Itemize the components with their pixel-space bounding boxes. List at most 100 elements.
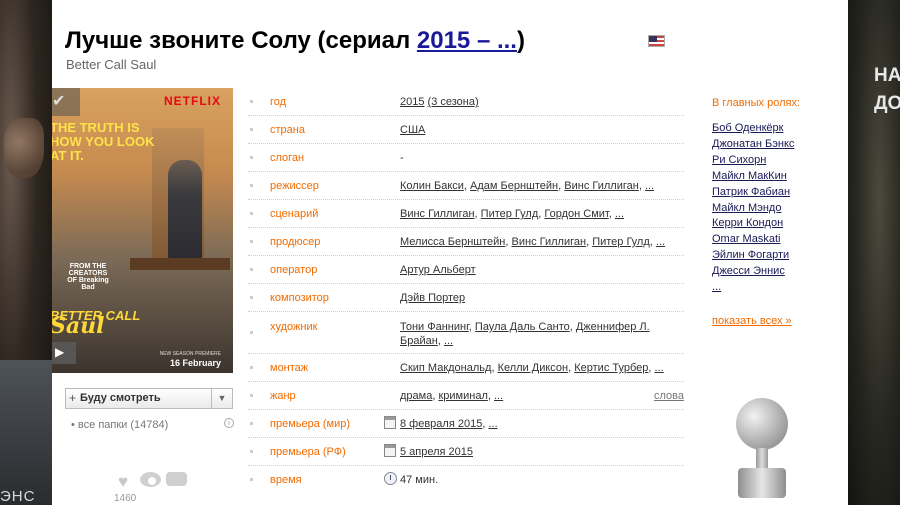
more-link[interactable]: ... — [488, 418, 497, 430]
info-row-slogan: слоган - — [248, 144, 684, 172]
poster-figure-art — [168, 160, 202, 260]
person-link[interactable]: Винс Гиллиган — [512, 236, 587, 248]
cast-more-link[interactable]: ... — [712, 281, 721, 293]
person-link[interactable]: Гордон Смит — [544, 208, 608, 220]
year-link[interactable]: 2015 — [400, 96, 424, 108]
backdrop-right-line1: НА — [874, 65, 900, 86]
actor-link[interactable]: Эйлин Фогарти — [712, 249, 789, 261]
more-link[interactable]: ... — [656, 236, 665, 248]
person-link[interactable]: Скип Макдональд — [400, 362, 491, 374]
cast-heading: В главных ролях: — [712, 97, 801, 109]
person-link[interactable]: Адам Бернштейн — [470, 180, 558, 192]
info-icon[interactable]: i — [224, 418, 234, 428]
eye-icon[interactable] — [140, 472, 161, 487]
seasons-link[interactable]: (3 сезона) — [428, 96, 479, 108]
comment-icon[interactable] — [166, 472, 187, 486]
person-link[interactable]: Келли Диксон — [498, 362, 569, 374]
backdrop-right-text: НА ДО — [874, 62, 900, 118]
page-title: Лучше звоните Солу (сериал 2015 – ...) — [65, 27, 525, 55]
calendar-icon[interactable] — [384, 416, 396, 429]
person-link[interactable]: Питер Гулд — [592, 236, 650, 248]
date-link[interactable]: 5 апреля 2015 — [400, 446, 473, 458]
poster-premiere-caption: NEW SEASON PREMIERE — [159, 351, 221, 357]
play-trailer-icon[interactable] — [52, 342, 76, 364]
row-label: год — [270, 96, 287, 108]
more-link[interactable]: ... — [645, 180, 654, 192]
person-link[interactable]: Питер Гулд — [481, 208, 539, 220]
actor-link[interactable]: Майкл Мэндо — [712, 202, 781, 214]
person-link[interactable]: Кертис Турбер — [574, 362, 648, 374]
original-title: Better Call Saul — [66, 57, 157, 72]
row-label: режиссер — [270, 180, 319, 192]
more-link[interactable]: ... — [494, 390, 503, 402]
info-row-writer: сценарий Винс Гиллиган, Питер Гулд, Горд… — [248, 200, 684, 228]
country-link[interactable]: США — [400, 124, 425, 136]
bookmark-check-icon[interactable] — [52, 88, 80, 116]
person-link[interactable]: Колин Бакси — [400, 180, 464, 192]
golden-globe-award-icon[interactable] — [730, 398, 794, 502]
row-value: Дэйв Портер — [400, 292, 684, 304]
person-link[interactable]: Винс Гиллиган — [400, 208, 475, 220]
row-label: жанр — [270, 390, 296, 402]
us-flag-icon[interactable] — [648, 35, 665, 47]
row-value: Винс Гиллиган, Питер Гулд, Гордон Смит, … — [400, 208, 625, 220]
info-row-composer: композитор Дэйв Портер — [248, 284, 684, 312]
all-folders-text: все папки (14784) — [77, 419, 169, 431]
cast-item: Джонатан Бэнкс — [712, 137, 794, 153]
title-text: Лучше звоните Солу (сериал — [65, 27, 417, 54]
row-label: монтаж — [270, 362, 309, 374]
person-link[interactable]: Паула Даль Санто — [475, 321, 570, 333]
row-value: 2015 (3 сезона) — [400, 96, 684, 108]
award-stem — [756, 448, 768, 470]
row-value: 47 мин. — [400, 474, 439, 486]
row-value: США — [400, 124, 684, 136]
person-link[interactable]: Артур Альберт — [400, 264, 476, 276]
all-folders-link[interactable]: • все папки (14784) — [71, 419, 168, 431]
row-bullet — [250, 295, 253, 299]
heart-icon[interactable]: ♥ — [118, 472, 128, 492]
poster-logo: BETTER CALL Saul — [52, 309, 140, 337]
info-row-genre: жанр драма, криминал, ... слова — [248, 382, 684, 410]
cast-item: Майкл МакКин — [712, 169, 794, 185]
row-label: сценарий — [270, 208, 319, 220]
show-all-cast-link[interactable]: показать всех » — [712, 315, 792, 327]
row-bullet — [250, 393, 253, 397]
poster-bench-art — [130, 258, 230, 270]
actor-link[interactable]: Omar Maskati — [712, 233, 780, 245]
actor-link[interactable]: Джесси Эннис — [712, 265, 785, 277]
more-link[interactable]: ... — [655, 362, 664, 374]
row-label: художник — [270, 321, 318, 333]
backdrop-left-text: ЭНС — [0, 488, 36, 505]
actor-link[interactable]: Ри Сихорн — [712, 154, 766, 166]
info-row-premiere-rf: премьера (РФ) 5 апреля 2015 — [248, 438, 684, 466]
years-link[interactable]: 2015 – ... — [417, 27, 517, 54]
cast-item: Керри Кондон — [712, 216, 794, 232]
calendar-icon[interactable] — [384, 444, 396, 457]
actor-link[interactable]: Керри Кондон — [712, 217, 783, 229]
genre-link[interactable]: криминал — [438, 390, 487, 402]
cast-item: ... — [712, 280, 794, 296]
person-link[interactable]: Мелисса Бернштейн — [400, 236, 505, 248]
chevron-down-icon[interactable]: ▼ — [211, 389, 232, 408]
actor-link[interactable]: Патрик Фабиан — [712, 186, 790, 198]
keywords-link[interactable]: слова — [654, 390, 684, 402]
clock-icon — [384, 472, 397, 485]
cast-item: Ри Сихорн — [712, 153, 794, 169]
more-link[interactable]: ... — [615, 208, 624, 220]
genre-link[interactable]: драма — [400, 390, 432, 402]
folder-select[interactable]: + Буду смотреть ▼ — [65, 388, 233, 409]
person-link[interactable]: Тони Фаннинг — [400, 321, 469, 333]
person-link[interactable]: Винс Гиллиган — [564, 180, 639, 192]
row-bullet — [250, 421, 253, 425]
info-row-director: режиссер Колин Бакси, Адам Бернштейн, Ви… — [248, 172, 684, 200]
row-label: оператор — [270, 264, 318, 276]
date-link[interactable]: 8 февраля 2015 — [400, 418, 482, 430]
actor-link[interactable]: Джонатан Бэнкс — [712, 138, 794, 150]
person-link[interactable]: Дэйв Портер — [400, 292, 465, 304]
poster[interactable]: NETFLIX THE TRUTH IS HOW YOU LOOK AT IT.… — [52, 88, 233, 373]
actor-link[interactable]: Боб Оденкёрк — [712, 122, 783, 134]
backdrop-left — [0, 0, 52, 505]
more-link[interactable]: ... — [444, 335, 453, 347]
cast-item: Майкл Мэндо — [712, 201, 794, 217]
actor-link[interactable]: Майкл МакКин — [712, 170, 787, 182]
